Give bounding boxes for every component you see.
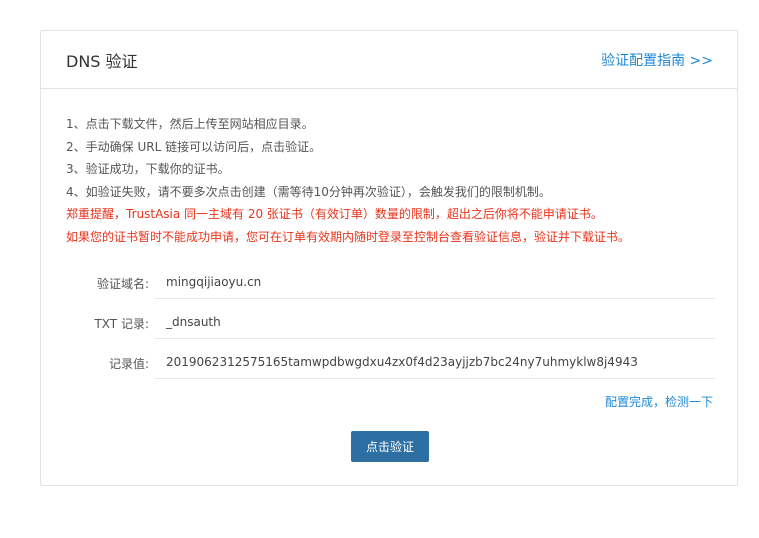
panel-title: DNS 验证 <box>66 51 138 71</box>
field-row-txt-record: TXT 记录: _dnsauth <box>41 303 737 343</box>
warning-certificate-limit: 郑重提醒，TrustAsia 同一主域有 20 张证书（有效订单）数量的限制，超… <box>66 207 603 221</box>
record-value-label: 记录值: <box>108 357 149 371</box>
field-row-record-value: 记录值: 2019062312575165tamwpdbwgdxu4zx0f4d… <box>41 343 737 383</box>
warning-download-later: 如果您的证书暂时不能成功申请，您可在订单有效期内随时登录至控制台查看验证信息，验… <box>66 229 631 244</box>
record-value[interactable]: 2019062312575165tamwpdbwgdxu4zx0f4d23ayj… <box>155 343 715 379</box>
verification-guide-link[interactable]: 验证配置指南 >> <box>601 50 713 70</box>
field-row-domain: 验证域名: mingqijiaoyu.cn <box>41 263 737 303</box>
txt-record-value[interactable]: _dnsauth <box>155 303 715 339</box>
panel-header: DNS 验证 验证配置指南 >> <box>41 31 737 89</box>
instruction-step-3: 3、验证成功，下载你的证书。 <box>66 162 230 176</box>
domain-label: 验证域名: <box>96 277 149 291</box>
instruction-step-1: 1、点击下载文件，然后上传至网站相应目录。 <box>66 117 314 131</box>
instruction-step-2: 2、手动确保 URL 链接可以访问后，点击验证。 <box>66 139 322 154</box>
dns-verification-panel: DNS 验证 验证配置指南 >> 1、点击下载文件，然后上传至网站相应目录。 2… <box>40 30 738 486</box>
domain-value[interactable]: mingqijiaoyu.cn <box>155 263 715 299</box>
dns-record-form: 验证域名: mingqijiaoyu.cn TXT 记录: _dnsauth 记… <box>41 263 737 383</box>
check-configuration-link[interactable]: 配置完成，检测一下 <box>605 393 713 410</box>
txt-record-label: TXT 记录: <box>94 317 149 331</box>
instructions: 1、点击下载文件，然后上传至网站相应目录。 2、手动确保 URL 链接可以访问后… <box>66 113 630 248</box>
instruction-step-4: 4、如验证失败，请不要多次点击创建（需等待10分钟再次验证），会触发我们的限制机… <box>66 184 551 199</box>
verify-button[interactable]: 点击验证 <box>351 431 429 462</box>
